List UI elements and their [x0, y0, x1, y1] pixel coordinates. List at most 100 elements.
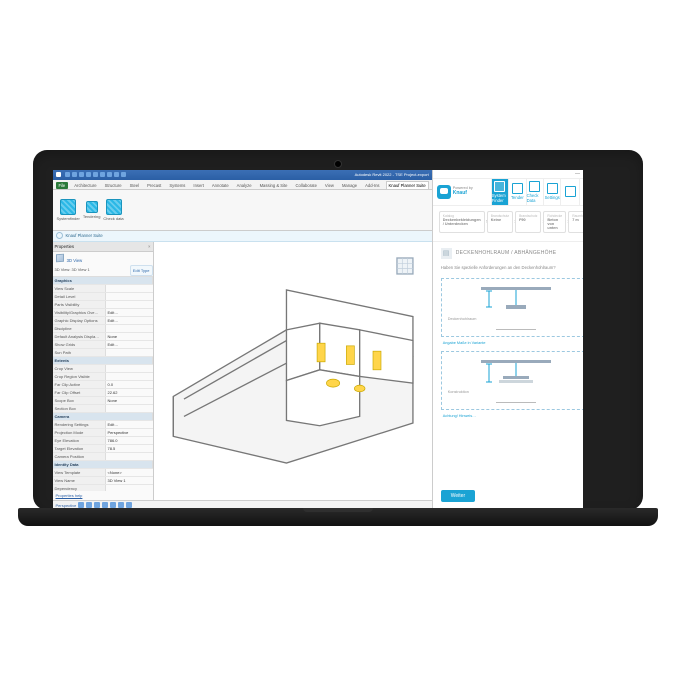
prop-category: Extents	[53, 357, 153, 365]
prop-row[interactable]: Rendering SettingsEdit…	[53, 421, 153, 429]
properties-panel: Properties × 3D View 3D View: 3D View 1 …	[53, 242, 154, 500]
prop-row[interactable]: Projection ModePerspective	[53, 429, 153, 437]
ribbon-body: Systemfinder Tendering Check data	[53, 190, 432, 231]
tab-mail[interactable]	[560, 179, 579, 205]
prop-row[interactable]: Detail Level	[53, 293, 153, 301]
measure-caption: Deckenhohlraum	[448, 317, 477, 321]
doc-icon	[512, 183, 523, 194]
ribbon-btn-checkdata[interactable]: Check data	[103, 199, 123, 221]
properties-list: GraphicsView ScaleDetail LevelParts Visi…	[53, 277, 153, 491]
crumb-rohdecke[interactable]: RohdeckeBeton von unten	[543, 211, 566, 233]
plugin-tabs: System Finder Tender Check Data Settings	[491, 179, 583, 205]
view-type-card[interactable]: 3D View	[53, 252, 153, 265]
prop-row[interactable]: Section Box	[53, 405, 153, 413]
plugin-titlebar: — ☐ ×	[433, 170, 583, 179]
prop-row[interactable]: Show GridsEdit…	[53, 341, 153, 349]
ribbon-tab[interactable]: Manage	[340, 182, 359, 189]
check-icon	[529, 181, 540, 192]
prop-row[interactable]: View Template<None>	[53, 469, 153, 477]
ribbon-btn-systemfinder[interactable]: Systemfinder	[57, 199, 80, 221]
ribbon-btn-tendering[interactable]: Tendering	[83, 201, 101, 219]
viewcube-icon	[396, 257, 412, 273]
ribbon-tab[interactable]: Collaborate	[294, 182, 319, 189]
prop-row[interactable]: Scope BoxNone	[53, 397, 153, 405]
tab-info[interactable]	[579, 179, 582, 205]
mail-icon	[565, 186, 576, 197]
prop-row[interactable]: Default Analysis Displa…None	[53, 333, 153, 341]
prop-row[interactable]: Crop Region Visible	[53, 373, 153, 381]
prop-row[interactable]: View Name3D View 1	[53, 477, 153, 485]
prop-row[interactable]: Sun Path	[53, 349, 153, 357]
revit-logo-icon	[56, 172, 61, 177]
options-bar: Knauf Planner Suite	[53, 231, 432, 242]
properties-help-link[interactable]: Properties help	[53, 491, 153, 500]
prop-row[interactable]: Target Elevation78.5	[53, 445, 153, 453]
measure-input-1[interactable]	[496, 324, 536, 330]
cube-icon	[56, 253, 64, 262]
prop-category: Identity Data	[53, 461, 153, 469]
tab-system-finder[interactable]: System Finder	[491, 179, 508, 205]
plugin-header: Powered by Knauf System Finder Tender	[433, 179, 583, 206]
crumb-f90[interactable]: BrandschutzF90	[515, 211, 541, 233]
3d-viewport[interactable]	[154, 242, 432, 500]
prop-row[interactable]: Far Clip Active0.0	[53, 381, 153, 389]
ribbon-tab[interactable]: Insert	[191, 182, 205, 189]
measure-input-2[interactable]	[496, 397, 536, 403]
minimize-icon[interactable]: —	[575, 171, 580, 177]
close-icon[interactable]: ×	[148, 244, 151, 249]
prop-row[interactable]: Far Clip Offset22.62	[53, 389, 153, 397]
ribbon-tab[interactable]: Add-Ins	[363, 182, 381, 189]
next-button[interactable]: Weiter	[441, 490, 475, 502]
quick-access-toolbar[interactable]	[65, 172, 126, 177]
breadcrumb: KatalogDeckenbekleidungen / Unterdecken …	[433, 206, 583, 242]
prop-row[interactable]: Crop View	[53, 365, 153, 373]
prop-row[interactable]: Discipline	[53, 325, 153, 333]
ribbon-tab[interactable]: Systems	[167, 182, 187, 189]
crumb-katalog[interactable]: KatalogDeckenbekleidungen / Unterdecken	[439, 211, 485, 233]
revit-title: Autodesk Revit 2022 - TSE Project-export	[355, 172, 429, 177]
ribbon-tab[interactable]: Analyze	[235, 182, 254, 189]
suspension-icon	[481, 358, 551, 388]
footer-hint-link[interactable]: Achtung! Hinweis…	[443, 414, 583, 418]
plugin-body: ▤ DECKENHOHLRAUM / ABHÄNGEHÖHE Haben Sie…	[433, 242, 583, 482]
ribbon-tab[interactable]: Annotate	[210, 182, 231, 189]
ribbon-tab[interactable]: Architecture	[72, 182, 98, 189]
properties-header: Properties ×	[53, 242, 153, 252]
revit-titlebar: Autodesk Revit 2022 - TSE Project-export	[53, 170, 432, 180]
prop-row[interactable]: Camera Position	[53, 453, 153, 461]
tab-check-data[interactable]: Check Data	[526, 179, 543, 205]
ribbon-tab[interactable]: Precast	[145, 182, 163, 189]
status-label: Perspective	[56, 503, 77, 508]
knauf-plugin-pane: — ☐ × Powered by Knauf System Finder	[433, 170, 583, 510]
options-label: Knauf Planner Suite	[66, 233, 103, 238]
floorplan-model	[160, 250, 426, 476]
plugin-footer: Weiter	[433, 482, 583, 510]
prop-row[interactable]: View Scale	[53, 285, 153, 293]
tab-tender[interactable]: Tender	[508, 179, 525, 205]
crumb-raumhoehe[interactable]: Raumhöhe7 m	[568, 211, 582, 233]
gear-icon	[547, 183, 558, 194]
crumb-brandschutz[interactable]: BrandschutzKeine	[487, 211, 513, 233]
file-tab[interactable]: File	[56, 182, 69, 189]
type-selector[interactable]: 3D View: 3D View 1 Edit Type	[53, 265, 153, 277]
section-heading: ▤ DECKENHOHLRAUM / ABHÄNGEHÖHE	[441, 248, 583, 259]
ribbon-tab[interactable]: View	[323, 182, 336, 189]
prop-category: Graphics	[53, 277, 153, 285]
prop-row[interactable]: Graphic Display OptionsEdit…	[53, 317, 153, 325]
bear-icon	[437, 185, 451, 199]
ribbon-tab[interactable]: Steel	[128, 182, 142, 189]
prop-row[interactable]: Parts Visibility	[53, 301, 153, 309]
ribbon-tab-knauf[interactable]: Knauf Planner Suite	[386, 181, 429, 189]
prop-row[interactable]: Eye Elevation786.0	[53, 437, 153, 445]
laptop-base	[18, 508, 658, 526]
ceiling-void-icon	[481, 285, 551, 315]
tab-settings[interactable]: Settings	[543, 179, 560, 205]
measure-card-2: Konstruktion	[441, 351, 583, 410]
ribbon-tab[interactable]: Massing & Site	[258, 182, 290, 189]
ribbon-tabs[interactable]: File Architecture Structure Steel Precas…	[53, 180, 432, 190]
edit-type-button[interactable]: Edit Type	[130, 265, 153, 276]
ribbon-tab[interactable]: Structure	[103, 182, 124, 189]
options-icon	[56, 232, 63, 239]
variant-link[interactable]: Angabe Maße in Variante	[443, 341, 583, 345]
prop-row[interactable]: Visibility/Graphics Ove…Edit…	[53, 309, 153, 317]
